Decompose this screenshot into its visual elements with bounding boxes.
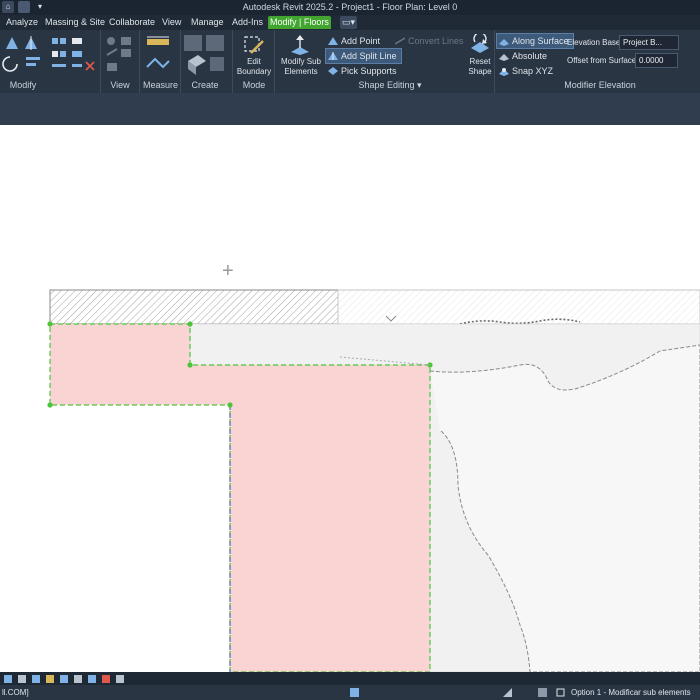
panel-divider <box>494 30 495 93</box>
design-option-text[interactable]: Option 1 - Modificar sub elements <box>571 688 691 697</box>
title-bar: ⌂ ▾ Autodesk Revit 2025.2 - Project1 - F… <box>0 0 700 15</box>
modify-tools-icon[interactable] <box>0 33 100 79</box>
add-point-icon <box>328 37 338 45</box>
vertex-point[interactable] <box>47 321 53 327</box>
vertex-point[interactable] <box>187 321 193 327</box>
command-text: ll.COM] <box>2 688 29 697</box>
tab-manage[interactable]: Manage <box>189 16 226 29</box>
elevation-base-label: Elevation Base: <box>567 38 623 47</box>
wall-light-section[interactable] <box>337 289 700 325</box>
view-panel-label: View <box>110 80 130 90</box>
tab-massing-site[interactable]: Massing & Site <box>43 16 107 29</box>
main-model-icon[interactable] <box>556 688 565 697</box>
create-tools-icon[interactable] <box>182 33 230 77</box>
convert-lines-button[interactable]: Convert Lines <box>393 34 468 48</box>
panel-divider <box>180 30 181 93</box>
absolute-option[interactable]: Absolute <box>497 49 551 63</box>
add-split-line-button[interactable]: Add Split Line <box>325 48 402 64</box>
convert-lines-icon <box>395 37 405 45</box>
modifier-elevation-panel-label: Modifier Elevation <box>564 80 636 90</box>
modify-sub-elements-button[interactable]: Modify Sub Elements <box>276 57 326 77</box>
create-panel-label: Create <box>191 80 219 90</box>
pick-supports-button[interactable]: Pick Supports <box>326 64 401 78</box>
editable-icon[interactable] <box>503 688 512 697</box>
reset-shape-button[interactable]: Reset Shape <box>464 57 496 77</box>
status-bar: ll.COM] Option 1 - Modificar sub element… <box>0 685 700 700</box>
edit-boundary-button[interactable]: Edit Boundary <box>235 57 273 77</box>
measure-tools-icon[interactable] <box>143 33 175 77</box>
tab-view[interactable]: View <box>160 16 183 29</box>
shape-editing-panel-label[interactable]: Shape Editing ▾ <box>340 80 440 91</box>
design-option-icon[interactable] <box>538 688 547 697</box>
tab-collaborate[interactable]: Collaborate <box>107 16 157 29</box>
offset-from-surface-label: Offset from Surface: <box>567 56 639 65</box>
ribbon-tabs: Analyze Massing & Site Collaborate View … <box>0 15 700 30</box>
tab-analyze[interactable]: Analyze <box>4 16 40 29</box>
panel-divider <box>139 30 140 93</box>
edit-boundary-icon[interactable] <box>243 35 265 55</box>
elevation-base-select[interactable]: Project B... <box>619 35 679 50</box>
offset-from-surface-input[interactable]: 0.0000 <box>635 53 678 68</box>
view-tools-icon[interactable] <box>103 33 139 77</box>
vertex-point[interactable] <box>187 362 193 368</box>
pick-supports-icon <box>328 67 338 75</box>
window-title: Autodesk Revit 2025.2 - Project1 - Floor… <box>242 2 458 12</box>
drawing-canvas[interactable]: + <box>0 125 700 672</box>
workset-icon[interactable] <box>350 688 359 697</box>
measure-panel-label: Measure <box>143 80 179 90</box>
mode-panel-label: Mode <box>242 80 266 90</box>
tab-add-ins[interactable]: Add-Ins <box>230 16 265 29</box>
view-control-bar <box>0 672 700 685</box>
tab-modify-floors[interactable]: Modify | Floors <box>268 16 331 29</box>
tab-extra-icon[interactable]: ▭▾ <box>340 16 358 29</box>
panel-divider <box>232 30 233 93</box>
add-point-button[interactable]: Add Point <box>326 34 384 48</box>
snap-xyz-icon <box>499 68 509 76</box>
options-bar <box>0 93 700 125</box>
reset-shape-icon[interactable] <box>469 34 491 54</box>
modify-sub-elements-icon[interactable] <box>289 34 311 56</box>
floor-plan-drawing[interactable] <box>0 125 700 672</box>
along-surface-icon <box>499 39 509 46</box>
wall-hatched-section[interactable] <box>49 289 339 325</box>
absolute-icon <box>499 54 509 61</box>
selected-floor-region[interactable] <box>49 323 431 672</box>
modify-panel-label: Modify <box>9 80 37 90</box>
vertex-point[interactable] <box>47 402 53 408</box>
along-surface-option[interactable]: Along Surface <box>496 33 574 49</box>
crosshair-cursor-icon: + <box>222 260 234 282</box>
snap-xyz-option[interactable]: Snap XYZ <box>497 64 557 78</box>
panel-divider <box>100 30 101 93</box>
add-split-line-icon <box>328 52 338 60</box>
vertex-point[interactable] <box>227 402 233 408</box>
panel-divider <box>274 30 275 93</box>
